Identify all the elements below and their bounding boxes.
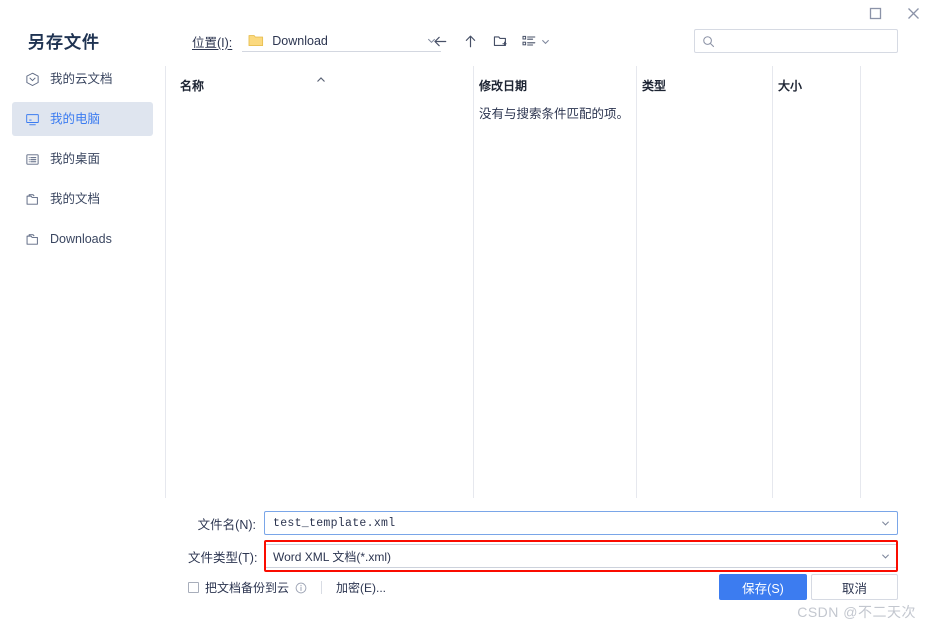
new-folder-icon[interactable] [485, 29, 515, 53]
column-header-name[interactable]: 名称 [180, 77, 204, 94]
chevron-down-icon [540, 36, 551, 47]
location-row: 位置(I): Download [192, 30, 442, 52]
column-separator[interactable] [473, 66, 474, 498]
sidebar-item-downloads[interactable]: Downloads [12, 222, 153, 256]
encrypt-button[interactable]: 加密(E)... [336, 579, 386, 596]
chevron-down-icon[interactable] [880, 518, 891, 529]
folder-icon [24, 231, 40, 247]
filetype-dropdown[interactable]: Word XML 文档(*.xml) [264, 544, 898, 568]
folder-icon [248, 33, 264, 48]
cancel-button[interactable]: 取消 [811, 574, 898, 600]
view-mode-button[interactable] [515, 29, 557, 53]
options-row: 把文档备份到云 加密(E)... [188, 579, 386, 596]
column-separator[interactable] [860, 66, 861, 498]
location-value: Download [272, 33, 328, 48]
location-dropdown[interactable]: Download [242, 30, 442, 52]
chevron-down-icon[interactable] [880, 551, 891, 562]
info-icon[interactable] [295, 582, 307, 594]
sidebar-item-my-computer[interactable]: 我的电脑 [12, 102, 153, 136]
folder-icon [24, 191, 40, 207]
empty-state-message: 没有与搜索条件匹配的项。 [479, 107, 630, 121]
filename-label: 文件名(N): [197, 517, 256, 532]
column-separator[interactable] [772, 66, 773, 498]
title-bar [0, 0, 930, 26]
sidebar-item-label: Downloads [50, 232, 112, 247]
backup-to-cloud-label: 把文档备份到云 [205, 581, 290, 595]
search-icon [702, 35, 715, 48]
filename-value: test_template.xml [273, 516, 396, 530]
filetype-value: Word XML 文档(*.xml) [273, 549, 392, 564]
sidebar-item-cloud-docs[interactable]: 我的云文档 [12, 62, 153, 96]
maximize-icon[interactable] [864, 2, 886, 24]
watermark: CSDN @不二天次 [797, 604, 916, 620]
close-icon[interactable] [902, 2, 924, 24]
page-title: 另存文件 [28, 33, 100, 52]
sidebar-item-label: 我的云文档 [50, 72, 113, 87]
sidebar-item-my-desktop[interactable]: 我的桌面 [12, 142, 153, 176]
search-input[interactable] [721, 34, 890, 48]
column-header-size[interactable]: 大小 [778, 77, 802, 94]
sidebar: 我的云文档 我的电脑 我的桌面 我的文档 Downloads [0, 62, 165, 498]
location-label: 位置(I): [192, 35, 233, 50]
desktop-icon [24, 151, 40, 167]
backup-to-cloud-checkbox[interactable] [188, 582, 199, 593]
filename-input[interactable]: test_template.xml [264, 511, 898, 535]
up-arrow-icon[interactable] [455, 29, 485, 53]
sidebar-item-label: 我的电脑 [50, 112, 101, 127]
file-list: 名称 修改日期 类型 大小 没有与搜索条件匹配的项。 [166, 66, 930, 498]
filetype-label: 文件类型(T): [188, 550, 258, 565]
save-file-dialog: 另存文件 我的云文档 我的电脑 我的桌面 我的文档 Downloads 位置(I… [0, 0, 930, 630]
list-view-icon [521, 33, 537, 49]
column-separator[interactable] [636, 66, 637, 498]
search-box[interactable] [694, 29, 898, 53]
filetype-row: 文件类型(T): Word XML 文档(*.xml) [188, 544, 898, 568]
column-header-modified[interactable]: 修改日期 [479, 77, 527, 94]
monitor-icon [24, 111, 40, 127]
window-controls [864, 0, 924, 26]
navigation-toolbar [425, 29, 557, 53]
sort-ascending-icon [315, 72, 327, 82]
save-button[interactable]: 保存(S) [719, 574, 807, 600]
column-header-type[interactable]: 类型 [642, 77, 666, 94]
cloud-icon [24, 71, 40, 87]
filename-row: 文件名(N): test_template.xml [188, 511, 898, 535]
options-divider [321, 581, 323, 594]
back-arrow-icon[interactable] [425, 29, 455, 53]
sidebar-item-label: 我的文档 [50, 192, 101, 207]
sidebar-item-my-documents[interactable]: 我的文档 [12, 182, 153, 216]
sidebar-item-label: 我的桌面 [50, 152, 101, 167]
